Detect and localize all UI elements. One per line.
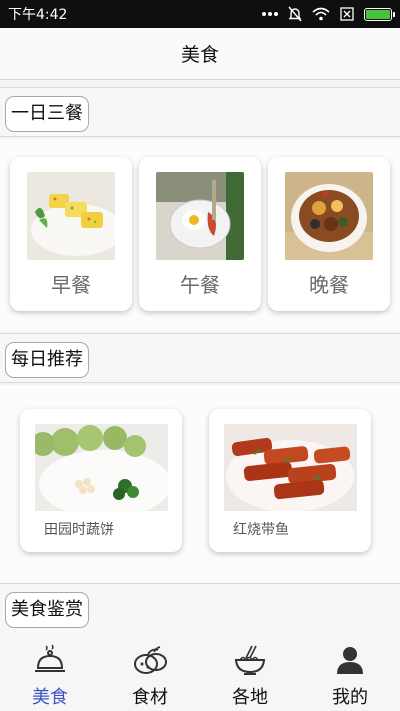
page-title-bar: 美食: [0, 28, 400, 80]
nav-label-regions: 各地: [232, 687, 268, 708]
status-icons: [262, 6, 395, 22]
meal-card-dinner[interactable]: 晚餐: [268, 157, 390, 311]
lunch-egg-plate-photo: [156, 172, 244, 260]
recommend-label-braised-hairtail: 红烧带鱼: [233, 522, 289, 538]
recommend-label-vegetable-pancake: 田园时蔬饼: [44, 522, 114, 538]
vegetable-pancake-photo: [35, 424, 168, 511]
meal-label-breakfast: 早餐: [51, 273, 91, 297]
meal-card-breakfast[interactable]: 早餐: [10, 157, 132, 311]
mute-icon: [288, 6, 302, 22]
meal-label-lunch: 午餐: [180, 273, 220, 297]
nav-item-mine[interactable]: 我的: [300, 636, 400, 711]
section-title-meals: 一日三餐: [5, 96, 89, 132]
nav-item-ingredients[interactable]: 食材: [100, 636, 200, 711]
recommend-card-braised-hairtail[interactable]: 红烧带鱼: [209, 409, 371, 552]
battery-icon: [364, 7, 395, 21]
section-title-recommend: 每日推荐: [5, 342, 89, 378]
nav-item-food[interactable]: 美食: [0, 636, 100, 711]
status-time: 下午4:42: [8, 7, 68, 23]
food-cloche-icon: [35, 644, 65, 672]
section-header-gallery: 美食鉴赏: [0, 583, 400, 637]
more-dots-icon: [262, 12, 278, 16]
section-header-meals: 一日三餐: [0, 87, 400, 137]
page-title: 美食: [180, 44, 219, 66]
nav-label-mine: 我的: [332, 687, 368, 708]
no-sim-icon: [340, 7, 354, 21]
dinner-stew-bowl-photo: [285, 172, 373, 260]
nav-label-ingredients: 食材: [132, 687, 168, 708]
status-bar: 下午4:42: [0, 0, 400, 28]
ingredients-icon: [134, 646, 167, 674]
recommend-card-vegetable-pancake[interactable]: 田园时蔬饼: [20, 409, 182, 552]
battery-level: [366, 9, 390, 19]
meal-card-lunch[interactable]: 午餐: [139, 157, 261, 311]
nav-label-food: 美食: [32, 687, 68, 708]
recommend-row: 田园时蔬饼 红烧带鱼: [0, 385, 400, 583]
meals-row: 早餐 午餐 晚餐: [0, 139, 400, 331]
nav-item-regions[interactable]: 各地: [200, 636, 300, 711]
braised-hairtail-photo: [224, 424, 357, 511]
meal-label-dinner: 晚餐: [309, 273, 349, 297]
noodle-bowl-icon: [234, 645, 266, 675]
section-title-gallery: 美食鉴赏: [5, 592, 89, 628]
section-header-recommend: 每日推荐: [0, 333, 400, 383]
user-icon: [337, 647, 363, 674]
bottom-nav: 美食 食材 各地 我的: [0, 636, 400, 711]
breakfast-omelet-photo: [27, 172, 115, 260]
wifi-icon: [312, 7, 330, 21]
